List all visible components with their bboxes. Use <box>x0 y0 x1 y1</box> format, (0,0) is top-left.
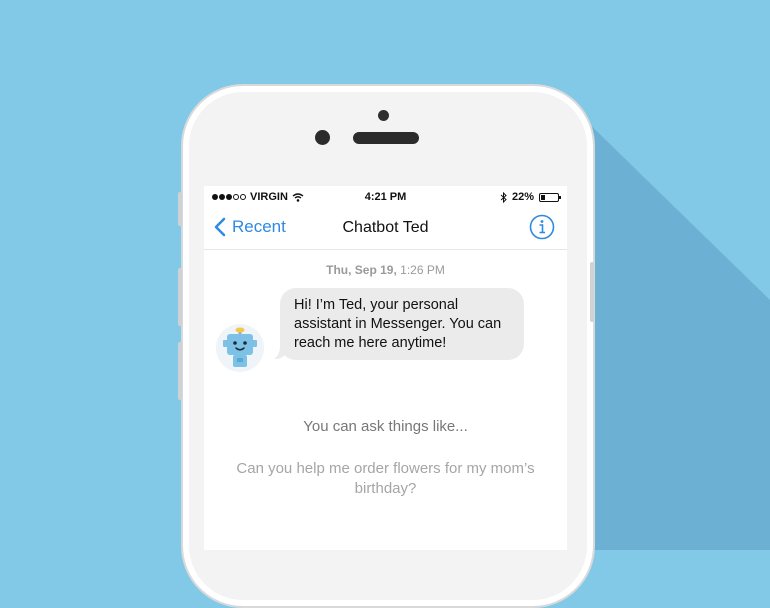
front-sensor <box>378 110 389 121</box>
timestamp-time: 1:26 PM <box>400 263 445 277</box>
phone-screen: VIRGIN 4:21 PM 22% Recent Chatbot Ted Th… <box>204 186 567 550</box>
status-bar: VIRGIN 4:21 PM 22% <box>204 186 567 208</box>
status-right: 22% <box>500 191 561 203</box>
suggestion-example[interactable]: Can you help me order flowers for my mom… <box>234 459 537 499</box>
message-bubble[interactable]: Hi! I’m Ted, your personal assistant in … <box>280 288 524 360</box>
message-timestamp: Thu, Sep 19, 1:26 PM <box>204 263 567 277</box>
conversation-title: Chatbot Ted <box>342 219 429 236</box>
suggestions-heading: You can ask things like... <box>303 418 468 435</box>
bluetooth-icon <box>500 191 507 203</box>
battery-icon <box>539 192 561 202</box>
battery-percent: 22% <box>511 191 534 203</box>
robot-avatar-icon[interactable] <box>216 324 264 372</box>
phone-mute-switch <box>178 192 182 226</box>
phone-power-button <box>590 262 594 322</box>
front-camera <box>315 130 330 145</box>
phone-volume-up <box>178 268 182 326</box>
timestamp-date: Thu, Sep 19, <box>326 263 397 277</box>
navigation-bar: Recent Chatbot Ted <box>204 208 567 250</box>
info-icon[interactable] <box>529 214 555 240</box>
earpiece-speaker <box>353 132 419 144</box>
phone-volume-down <box>178 342 182 400</box>
